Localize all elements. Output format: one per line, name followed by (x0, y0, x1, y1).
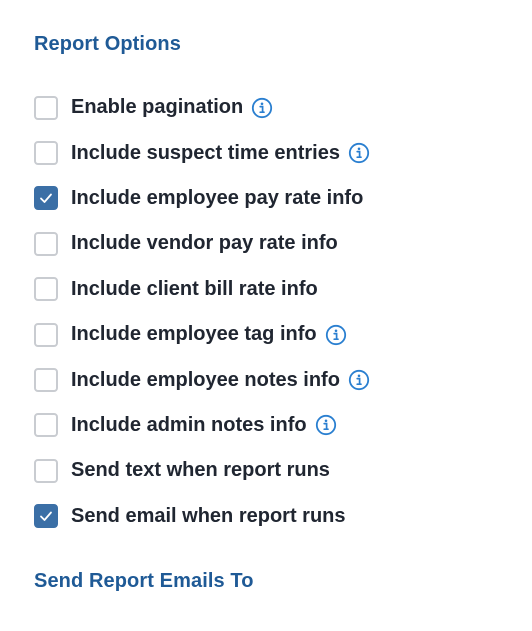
include-suspect-time-entries-checkbox[interactable] (34, 141, 58, 166)
send-email-when-report-runs-checkbox[interactable] (34, 504, 58, 529)
info-circle-icon[interactable] (348, 369, 370, 391)
include-admin-notes-info-checkbox[interactable] (34, 413, 58, 438)
option-include-suspect-time-entries[interactable]: Include suspect time entries (34, 130, 370, 175)
send-email-when-report-runs-label: Send email when report runs (71, 504, 346, 527)
include-vendor-pay-rate-info-label: Include vendor pay rate info (71, 232, 338, 255)
enable-pagination-checkbox[interactable] (34, 95, 58, 120)
include-employee-pay-rate-info-checkbox[interactable] (34, 186, 58, 211)
option-include-client-bill-rate-info[interactable]: Include client bill rate info (34, 267, 370, 312)
enable-pagination-label: Enable pagination (71, 96, 244, 119)
include-client-bill-rate-info-checkbox[interactable] (34, 277, 58, 302)
option-include-vendor-pay-rate-info[interactable]: Include vendor pay rate info (34, 221, 370, 266)
include-employee-pay-rate-info-label: Include employee pay rate info (71, 186, 364, 209)
option-include-admin-notes-info[interactable]: Include admin notes info (34, 403, 370, 448)
include-employee-notes-info-label: Include employee notes info (71, 368, 340, 391)
info-circle-icon[interactable] (251, 97, 273, 119)
send-report-emails-heading: Send Report Emails To (34, 570, 254, 592)
option-enable-pagination[interactable]: Enable pagination (34, 85, 370, 130)
include-vendor-pay-rate-info-checkbox[interactable] (34, 231, 58, 256)
report-options-heading: Report Options (34, 33, 181, 55)
report-options-list: Enable pagination Include suspect time e… (34, 85, 370, 539)
send-text-when-report-runs-checkbox[interactable] (34, 458, 58, 483)
option-send-email-when-report-runs[interactable]: Send email when report runs (34, 494, 370, 539)
include-employee-tag-info-checkbox[interactable] (34, 322, 58, 347)
include-client-bill-rate-info-label: Include client bill rate info (71, 277, 318, 300)
include-admin-notes-info-label: Include admin notes info (71, 413, 307, 436)
option-include-employee-tag-info[interactable]: Include employee tag info (34, 312, 370, 357)
info-circle-icon[interactable] (315, 414, 337, 436)
info-circle-icon[interactable] (348, 142, 370, 164)
checkmark-icon (40, 511, 52, 522)
include-employee-notes-info-checkbox[interactable] (34, 368, 58, 393)
info-circle-icon[interactable] (325, 324, 347, 346)
option-send-text-when-report-runs[interactable]: Send text when report runs (34, 448, 370, 493)
include-employee-tag-info-label: Include employee tag info (71, 323, 317, 346)
checkmark-icon (40, 194, 52, 204)
send-text-when-report-runs-label: Send text when report runs (71, 459, 330, 482)
option-include-employee-notes-info[interactable]: Include employee notes info (34, 357, 370, 402)
include-suspect-time-entries-label: Include suspect time entries (71, 141, 340, 164)
option-include-employee-pay-rate-info[interactable]: Include employee pay rate info (34, 176, 370, 221)
